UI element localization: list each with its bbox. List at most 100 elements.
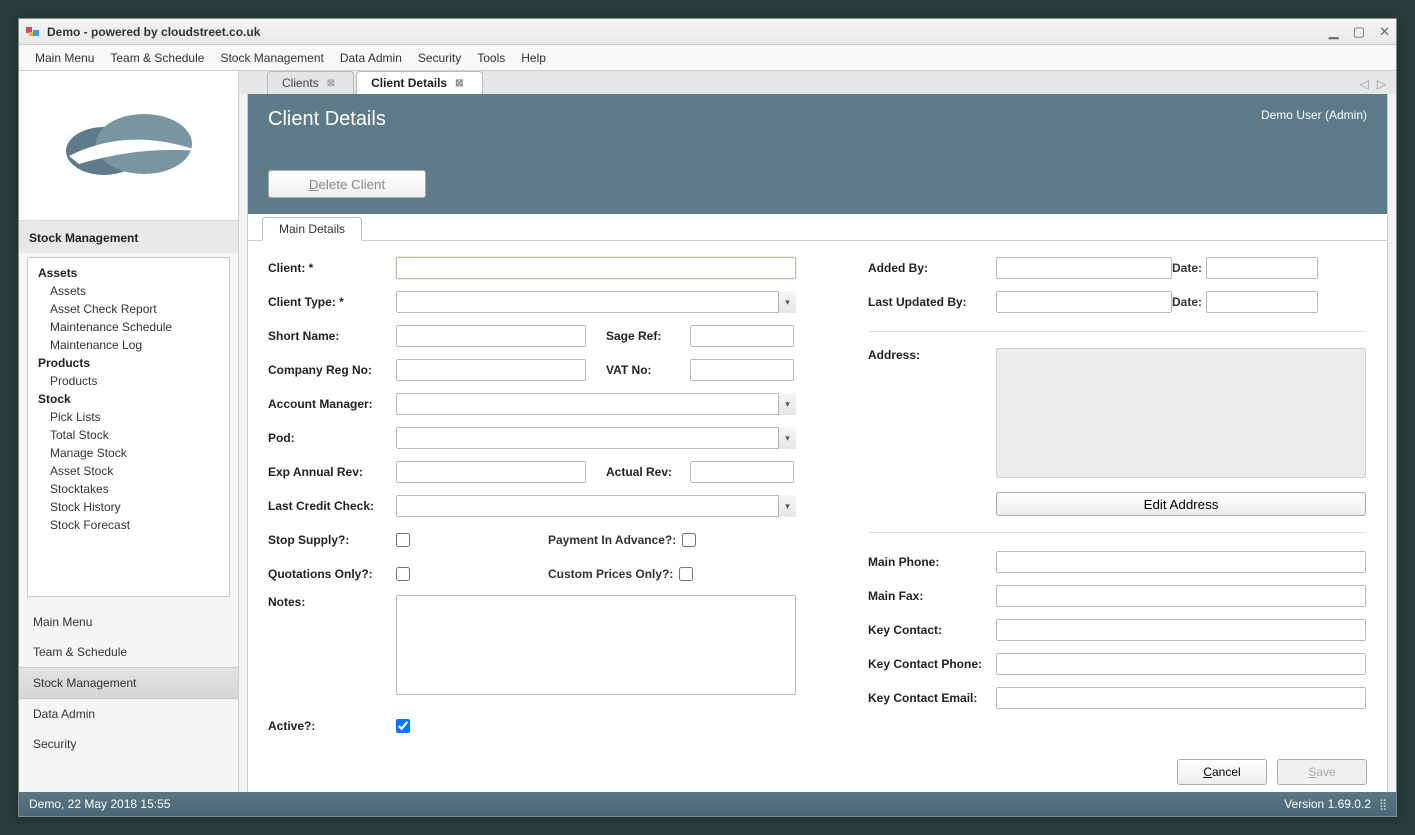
menu-stock-management[interactable]: Stock Management bbox=[212, 47, 331, 69]
added-by-label: Added By: bbox=[868, 261, 996, 275]
tab-close-icon[interactable]: ⊠ bbox=[327, 78, 335, 89]
tree-group-products[interactable]: Products bbox=[32, 354, 225, 372]
delete-client-button[interactable]: Delete Client bbox=[268, 170, 426, 198]
main-phone-field[interactable] bbox=[996, 551, 1366, 573]
tree-item-stocktakes[interactable]: Stocktakes bbox=[32, 480, 225, 498]
payment-in-advance-label: Payment In Advance?: bbox=[548, 533, 676, 547]
main-fax-field[interactable] bbox=[996, 585, 1366, 607]
payment-in-advance-checkbox[interactable] bbox=[682, 533, 696, 547]
tree-item-stock-forecast[interactable]: Stock Forecast bbox=[32, 516, 225, 534]
resize-grip-icon[interactable]: ⣿ bbox=[1379, 798, 1386, 811]
menu-data-admin[interactable]: Data Admin bbox=[332, 47, 410, 69]
chevron-down-icon[interactable]: ▾ bbox=[778, 495, 796, 517]
nav-stock-management[interactable]: Stock Management bbox=[19, 667, 238, 699]
chevron-down-icon[interactable]: ▾ bbox=[778, 291, 796, 313]
tree-item-stock-history[interactable]: Stock History bbox=[32, 498, 225, 516]
address-label: Address: bbox=[868, 348, 996, 362]
exp-annual-rev-field[interactable] bbox=[396, 461, 586, 483]
current-user-label: Demo User (Admin) bbox=[1261, 108, 1367, 122]
tree-item-total-stock[interactable]: Total Stock bbox=[32, 426, 225, 444]
inner-tabstrip: Main Details bbox=[248, 214, 1387, 240]
tab-label: Clients bbox=[282, 76, 319, 90]
chevron-down-icon[interactable]: ▾ bbox=[778, 427, 796, 449]
tab-clients[interactable]: Clients ⊠ bbox=[267, 71, 354, 94]
tab-client-details[interactable]: Client Details ⊠ bbox=[356, 71, 482, 94]
sidebar-tree: Assets Assets Asset Check Report Mainten… bbox=[27, 257, 230, 597]
vat-no-field[interactable] bbox=[690, 359, 794, 381]
tab-scroll-left-icon[interactable]: ◁ bbox=[1360, 77, 1369, 91]
menu-main-menu[interactable]: Main Menu bbox=[27, 47, 102, 69]
separator bbox=[868, 331, 1367, 332]
main-phone-label: Main Phone: bbox=[868, 555, 996, 569]
close-button[interactable]: ✕ bbox=[1379, 24, 1390, 40]
nav-data-admin[interactable]: Data Admin bbox=[19, 699, 238, 729]
main-area: Clients ⊠ Client Details ⊠ ◁ ▷ Client De… bbox=[239, 71, 1396, 792]
client-type-label: Client Type: * bbox=[268, 295, 396, 309]
chevron-down-icon[interactable]: ▾ bbox=[778, 393, 796, 415]
tree-item-pick-lists[interactable]: Pick Lists bbox=[32, 408, 225, 426]
tree-item-asset-check-report[interactable]: Asset Check Report bbox=[32, 300, 225, 318]
quotations-only-label: Quotations Only?: bbox=[268, 567, 396, 581]
menu-help[interactable]: Help bbox=[513, 47, 554, 69]
added-by-field bbox=[996, 257, 1172, 279]
tree-item-manage-stock[interactable]: Manage Stock bbox=[32, 444, 225, 462]
logo bbox=[19, 71, 238, 221]
tree-item-products[interactable]: Products bbox=[32, 372, 225, 390]
sidebar: Stock Management Assets Assets Asset Che… bbox=[19, 71, 239, 792]
save-button[interactable]: Save bbox=[1277, 759, 1367, 785]
nav-security[interactable]: Security bbox=[19, 729, 238, 759]
last-credit-check-field[interactable] bbox=[396, 495, 796, 517]
tab-content: Client Details Demo User (Admin) Delete … bbox=[247, 94, 1388, 792]
menu-tools[interactable]: Tools bbox=[469, 47, 513, 69]
stop-supply-label: Stop Supply?: bbox=[268, 533, 396, 547]
sage-ref-field[interactable] bbox=[690, 325, 794, 347]
tree-item-maintenance-log[interactable]: Maintenance Log bbox=[32, 336, 225, 354]
account-manager-select[interactable] bbox=[396, 393, 796, 415]
sidebar-nav: Main Menu Team & Schedule Stock Manageme… bbox=[19, 607, 238, 759]
edit-address-button[interactable]: Edit Address bbox=[996, 492, 1366, 516]
last-updated-by-field bbox=[996, 291, 1172, 313]
page-title: Client Details bbox=[268, 108, 386, 131]
menu-security[interactable]: Security bbox=[410, 47, 469, 69]
client-type-select[interactable] bbox=[396, 291, 796, 313]
delete-client-label-rest: elete Client bbox=[318, 177, 385, 192]
document-tabstrip: Clients ⊠ Client Details ⊠ ◁ ▷ bbox=[239, 71, 1396, 94]
tab-scroll-right-icon[interactable]: ▷ bbox=[1377, 77, 1386, 91]
tree-item-asset-stock[interactable]: Asset Stock bbox=[32, 462, 225, 480]
nav-team-schedule[interactable]: Team & Schedule bbox=[19, 637, 238, 667]
client-field[interactable] bbox=[396, 257, 796, 279]
nav-main-menu[interactable]: Main Menu bbox=[19, 607, 238, 637]
key-contact-email-field bbox=[996, 687, 1366, 709]
maximize-button[interactable]: ▢ bbox=[1353, 24, 1365, 40]
form-area: Client: * Client Type: * ▾ Short Name: S… bbox=[248, 240, 1387, 753]
menubar: Main Menu Team & Schedule Stock Manageme… bbox=[19, 45, 1396, 71]
short-name-field[interactable] bbox=[396, 325, 586, 347]
tab-main-details[interactable]: Main Details bbox=[262, 217, 362, 241]
page-banner: Client Details Demo User (Admin) Delete … bbox=[248, 94, 1387, 214]
added-date-field bbox=[1206, 257, 1318, 279]
sidebar-section-title: Stock Management bbox=[19, 221, 238, 253]
short-name-label: Short Name: bbox=[268, 329, 396, 343]
custom-prices-only-checkbox[interactable] bbox=[679, 567, 693, 581]
tree-group-stock[interactable]: Stock bbox=[32, 390, 225, 408]
cancel-button[interactable]: Cancel bbox=[1177, 759, 1267, 785]
account-manager-label: Account Manager: bbox=[268, 397, 396, 411]
quotations-only-checkbox[interactable] bbox=[396, 567, 410, 581]
company-reg-field[interactable] bbox=[396, 359, 586, 381]
minimize-button[interactable]: ▁ bbox=[1329, 24, 1339, 40]
pod-select[interactable] bbox=[396, 427, 796, 449]
menu-team-schedule[interactable]: Team & Schedule bbox=[102, 47, 212, 69]
statusbar: Demo, 22 May 2018 15:55 Version 1.69.0.2… bbox=[19, 792, 1396, 816]
vat-no-label: VAT No: bbox=[586, 363, 690, 377]
status-version: Version 1.69.0.2 bbox=[1284, 797, 1371, 811]
address-display bbox=[996, 348, 1366, 478]
tree-item-maintenance-schedule[interactable]: Maintenance Schedule bbox=[32, 318, 225, 336]
stop-supply-checkbox[interactable] bbox=[396, 533, 410, 547]
tree-item-assets[interactable]: Assets bbox=[32, 282, 225, 300]
tab-close-icon[interactable]: ⊠ bbox=[455, 78, 463, 89]
notes-field[interactable] bbox=[396, 595, 796, 695]
company-reg-label: Company Reg No: bbox=[268, 363, 396, 377]
active-checkbox[interactable] bbox=[396, 719, 410, 733]
tree-group-assets[interactable]: Assets bbox=[32, 264, 225, 282]
tab-label: Client Details bbox=[371, 76, 447, 90]
